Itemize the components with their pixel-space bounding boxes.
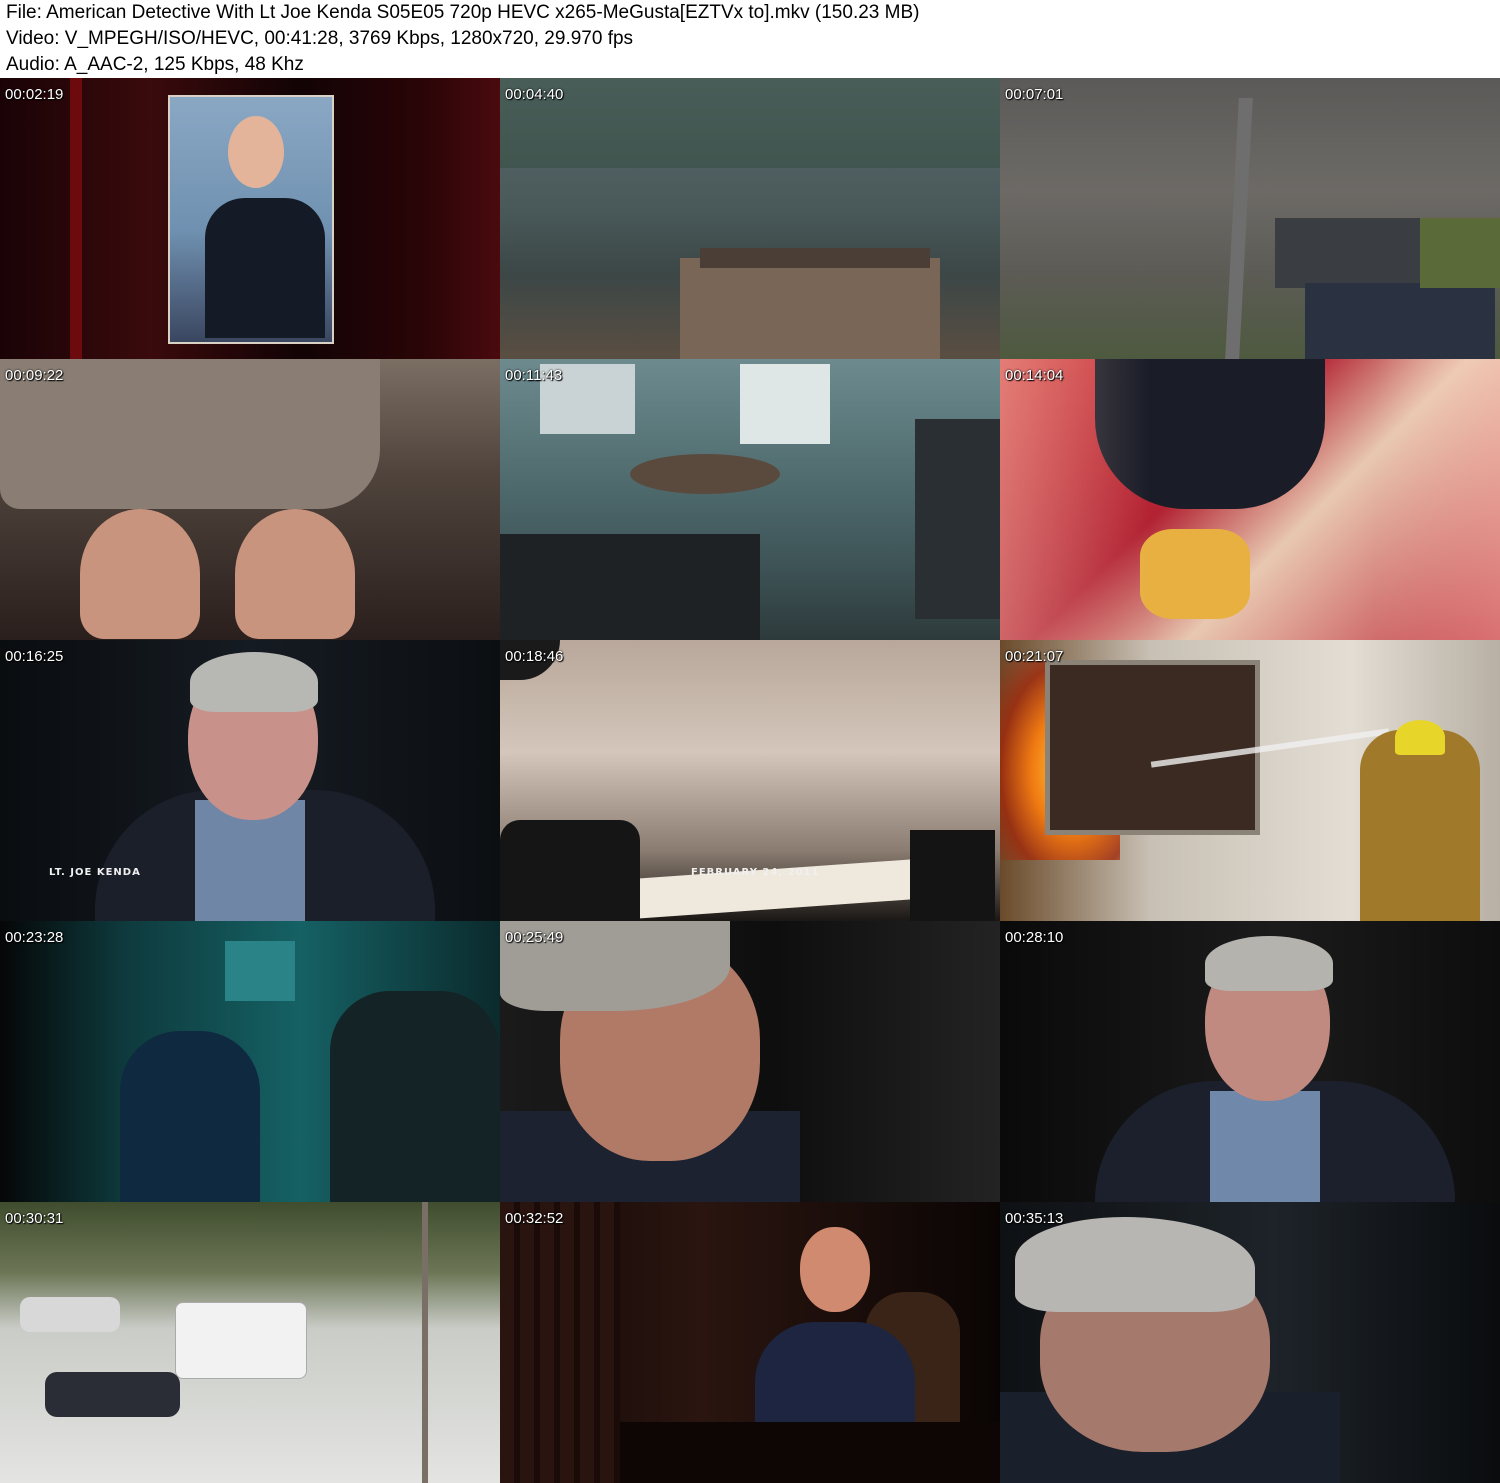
tree-canopy <box>500 78 1000 168</box>
face-shape <box>800 1227 870 1312</box>
round-table <box>630 454 780 494</box>
timestamp: 00:28:10 <box>1005 929 1064 946</box>
thumbnail-frame[interactable]: 00:23:28 <box>0 921 500 1202</box>
firefighter-shape <box>1360 730 1480 921</box>
thumbnail-frame[interactable]: 00:02:19 <box>0 78 500 359</box>
timestamp: 00:07:01 <box>1005 86 1064 103</box>
thumbnail-frame[interactable]: FEBRUARY 24, 2011 00:18:46 <box>500 640 1000 921</box>
scene-image <box>500 1202 1000 1483</box>
timestamp: 00:23:28 <box>5 929 64 946</box>
roof-shape <box>700 248 930 268</box>
thumbnail-frame[interactable]: LT. JOE KENDA 00:16:25 <box>0 640 500 921</box>
thumbnail-frame[interactable]: 00:09:22 <box>0 359 500 640</box>
filing-cabinet <box>915 419 1000 619</box>
scene-image <box>0 359 500 640</box>
hand-left <box>80 509 200 639</box>
scene-image <box>500 78 1000 359</box>
thumbnail-frame[interactable]: 00:14:04 <box>1000 359 1500 640</box>
timestamp: 00:04:40 <box>505 86 564 103</box>
timestamp: 00:14:04 <box>1005 367 1064 384</box>
parked-car <box>20 1297 120 1332</box>
scene-image <box>500 921 1000 1202</box>
scene-image <box>1000 1202 1500 1483</box>
person-right <box>330 991 500 1202</box>
desk-foreground <box>500 534 760 640</box>
thumbnail-frame[interactable]: 00:28:10 <box>1000 921 1500 1202</box>
pole-shape <box>422 1202 428 1483</box>
red-light-streak <box>70 78 82 359</box>
thumbnail-frame[interactable]: 00:04:40 <box>500 78 1000 359</box>
timestamp: 00:11:43 <box>505 367 563 384</box>
timestamp: 00:21:07 <box>1005 648 1064 665</box>
table-surface <box>620 1422 1000 1483</box>
lower-third-caption: LT. JOE KENDA <box>49 867 141 878</box>
parking-lot <box>1275 218 1425 288</box>
thumbnail-frame[interactable]: 00:32:52 <box>500 1202 1000 1483</box>
thumbnail-frame[interactable]: 00:30:31 <box>0 1202 500 1483</box>
hair-shape <box>1205 936 1333 991</box>
timestamp: 00:02:19 <box>5 86 64 103</box>
timestamp: 00:18:46 <box>505 648 564 665</box>
scene-image <box>1000 921 1500 1202</box>
thumbnail-frame[interactable]: 00:21:07 <box>1000 640 1500 921</box>
video-info-line: Video: V_MPEGH/ISO/HEVC, 00:41:28, 3769 … <box>6 28 634 49</box>
uniform-shape <box>205 198 325 338</box>
blue-shirt <box>1210 1091 1320 1202</box>
scene-image <box>0 921 500 1202</box>
house-shape <box>680 258 940 359</box>
date-caption: FEBRUARY 24, 2011 <box>691 867 820 878</box>
person-left <box>120 1031 260 1202</box>
white-van <box>175 1302 307 1379</box>
solar-roof <box>1305 283 1495 359</box>
dark-car <box>45 1372 180 1417</box>
whiteboard <box>740 364 830 444</box>
scene-image <box>500 359 1000 640</box>
timestamp: 00:16:25 <box>5 648 64 665</box>
contact-sheet: File: American Detective With Lt Joe Ken… <box>0 0 1500 1483</box>
wall-board <box>225 941 295 1001</box>
burning-window <box>1045 660 1260 835</box>
scene-image <box>1000 78 1500 359</box>
thumbnail-grid: 00:02:19 00:04:40 00:07:01 00:09:22 00:1… <box>0 78 1500 1483</box>
hair-shape <box>190 652 318 712</box>
file-info-line: File: American Detective With Lt Joe Ken… <box>6 2 920 23</box>
helmet-shape <box>1395 720 1445 755</box>
hair-shape <box>1015 1217 1255 1312</box>
scene-image <box>500 640 1000 921</box>
thumbnail-frame[interactable]: 00:25:49 <box>500 921 1000 1202</box>
timestamp: 00:32:52 <box>505 1210 564 1227</box>
timestamp: 00:35:13 <box>1005 1210 1064 1227</box>
scene-image <box>0 78 500 359</box>
scene-image <box>0 640 500 921</box>
scene-image <box>0 1202 500 1483</box>
audio-info-line: Audio: A_AAC-2, 125 Kbps, 48 Khz <box>6 54 304 75</box>
thumbnail-frame[interactable]: 00:11:43 <box>500 359 1000 640</box>
timestamp: 00:25:49 <box>505 929 564 946</box>
timestamp: 00:09:22 <box>5 367 64 384</box>
film-glow <box>1000 359 1500 640</box>
timestamp: 00:30:31 <box>5 1210 64 1227</box>
street-shape <box>1225 98 1253 359</box>
telephone-shape <box>500 820 640 921</box>
scene-image <box>1000 359 1500 640</box>
scene-image <box>1000 640 1500 921</box>
field-shape <box>1420 218 1500 288</box>
face-shape <box>228 116 284 188</box>
thumbnail-frame[interactable]: 00:07:01 <box>1000 78 1500 359</box>
pencil-cup <box>910 830 995 921</box>
hand-right <box>235 509 355 639</box>
bookshelf <box>500 1202 620 1483</box>
thumbnail-frame[interactable]: 00:35:13 <box>1000 1202 1500 1483</box>
